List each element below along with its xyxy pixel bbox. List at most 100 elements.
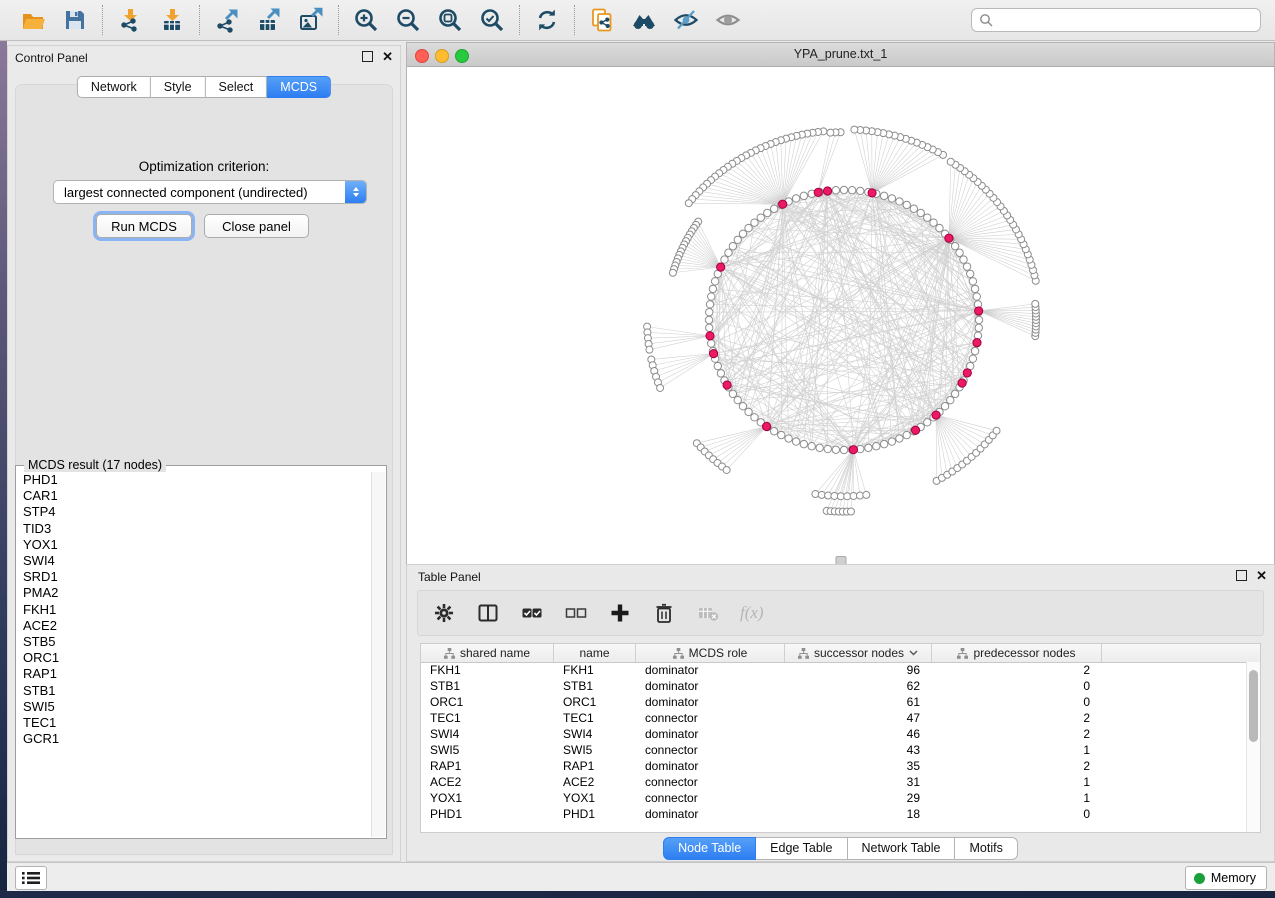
- dropdown-stepper-icon: [345, 181, 366, 203]
- column-header-shared_name[interactable]: shared name: [421, 644, 554, 662]
- open-session-button[interactable]: [19, 6, 47, 34]
- tab-mcds[interactable]: MCDS: [267, 76, 331, 98]
- hide-graphics-details-button[interactable]: [672, 6, 700, 34]
- mcds-result-item[interactable]: STB5: [17, 634, 372, 650]
- mcds-result-item[interactable]: FKH1: [17, 602, 372, 618]
- tab-network-table[interactable]: Network Table: [848, 837, 956, 860]
- table-row[interactable]: RAP1RAP1dominator352: [421, 758, 1247, 774]
- mcds-result-item[interactable]: SWI4: [17, 553, 372, 569]
- cell-name: FKH1: [554, 662, 636, 678]
- task-history-button[interactable]: [15, 866, 47, 890]
- close-panel-icon[interactable]: ✕: [382, 52, 393, 61]
- column-header-role[interactable]: MCDS role: [636, 644, 785, 662]
- network-canvas[interactable]: [407, 66, 1274, 564]
- zoom-fit-icon: [437, 7, 463, 33]
- tab-style[interactable]: Style: [151, 76, 206, 98]
- cell-successors: 43: [785, 742, 932, 758]
- network-titlebar[interactable]: YPA_prune.txt_1: [407, 43, 1274, 67]
- cell-shared_name: STB1: [421, 678, 554, 694]
- zoom-selected-button[interactable]: [478, 6, 506, 34]
- import-network-button[interactable]: [116, 6, 144, 34]
- mcds-result-item[interactable]: SWI5: [17, 699, 372, 715]
- mcds-result-item[interactable]: GCR1: [17, 731, 372, 747]
- cell-role: connector: [636, 790, 785, 806]
- cell-predecessors: 0: [932, 678, 1102, 694]
- tab-network[interactable]: Network: [77, 76, 151, 98]
- mcds-result-scrollbar[interactable]: [371, 472, 385, 837]
- mcds-result-item[interactable]: CAR1: [17, 488, 372, 504]
- search-field[interactable]: [971, 8, 1261, 32]
- table-scrollbar[interactable]: [1246, 662, 1260, 832]
- save-session-button[interactable]: [61, 6, 89, 34]
- tab-node-table[interactable]: Node Table: [663, 837, 756, 860]
- cell-role: connector: [636, 774, 785, 790]
- mcds-result-item[interactable]: ACE2: [17, 618, 372, 634]
- export-table-button[interactable]: [255, 6, 283, 34]
- search-input[interactable]: [998, 12, 1253, 28]
- mcds-result-item[interactable]: TID3: [17, 521, 372, 537]
- table-row[interactable]: TEC1TEC1connector472: [421, 710, 1247, 726]
- table-settings-button[interactable]: [432, 601, 456, 625]
- tab-select[interactable]: Select: [206, 76, 268, 98]
- table-row[interactable]: STB1STB1dominator620: [421, 678, 1247, 694]
- tab-edge-table[interactable]: Edge Table: [756, 837, 847, 860]
- cell-successors: 18: [785, 806, 932, 822]
- table-row[interactable]: SWI5SWI5connector431: [421, 742, 1247, 758]
- table-row[interactable]: YOX1YOX1connector291: [421, 790, 1247, 806]
- clear-selection-button[interactable]: [564, 601, 588, 625]
- import-network-icon: [117, 7, 143, 33]
- cell-predecessors: 1: [932, 790, 1102, 806]
- mcds-result-item[interactable]: STP4: [17, 504, 372, 520]
- tab-motifs[interactable]: Motifs: [955, 837, 1017, 860]
- table-scrollbar-thumb[interactable]: [1249, 670, 1258, 742]
- cell-successors: 29: [785, 790, 932, 806]
- cell-predecessors: 1: [932, 742, 1102, 758]
- select-all-button[interactable]: [520, 601, 544, 625]
- clone-network-button[interactable]: [588, 6, 616, 34]
- close-panel-button[interactable]: Close panel: [204, 214, 309, 238]
- clone-network-icon: [589, 7, 615, 33]
- zoom-in-button[interactable]: [352, 6, 380, 34]
- mcds-result-item[interactable]: PHD1: [17, 472, 372, 488]
- delete-columns-button[interactable]: [652, 601, 676, 625]
- table-row[interactable]: FKH1FKH1dominator962: [421, 662, 1247, 678]
- mcds-result-list: PHD1CAR1STP4TID3YOX1SWI4SRD1PMA2FKH1ACE2…: [17, 472, 372, 837]
- column-header-successors[interactable]: successor nodes: [785, 644, 932, 662]
- mcds-result-item[interactable]: RAP1: [17, 666, 372, 682]
- refresh-network-button[interactable]: [533, 6, 561, 34]
- column-header-predecessors[interactable]: predecessor nodes: [932, 644, 1102, 662]
- run-mcds-button[interactable]: Run MCDS: [96, 214, 192, 238]
- float-panel-icon[interactable]: [1236, 570, 1247, 581]
- add-column-button[interactable]: [608, 601, 632, 625]
- table-row[interactable]: ORC1ORC1dominator610: [421, 694, 1247, 710]
- cell-successors: 96: [785, 662, 932, 678]
- zoom-out-button[interactable]: [394, 6, 422, 34]
- cell-successors: 35: [785, 758, 932, 774]
- mcds-result-item[interactable]: PMA2: [17, 585, 372, 601]
- mcds-result-item[interactable]: ORC1: [17, 650, 372, 666]
- export-network-button[interactable]: [213, 6, 241, 34]
- status-bar: Memory: [7, 862, 1275, 891]
- mcds-result-item[interactable]: STB1: [17, 683, 372, 699]
- close-panel-icon[interactable]: ✕: [1256, 571, 1267, 580]
- binoculars-icon: [631, 7, 657, 33]
- mcds-result-item[interactable]: TEC1: [17, 715, 372, 731]
- table-row[interactable]: PHD1PHD1dominator180: [421, 806, 1247, 822]
- memory-button[interactable]: Memory: [1185, 866, 1267, 890]
- cell-name: YOX1: [554, 790, 636, 806]
- zoom-fit-button[interactable]: [436, 6, 464, 34]
- table-row[interactable]: SWI4SWI4dominator462: [421, 726, 1247, 742]
- import-table-button[interactable]: [158, 6, 186, 34]
- show-graphics-details-button[interactable]: [714, 6, 742, 34]
- float-panel-icon[interactable]: [362, 51, 373, 62]
- criterion-dropdown[interactable]: largest connected component (undirected): [53, 180, 367, 204]
- mcds-result-item[interactable]: SRD1: [17, 569, 372, 585]
- memory-label: Memory: [1211, 871, 1256, 885]
- search-binoculars-button[interactable]: [630, 6, 658, 34]
- table-row[interactable]: ACE2ACE2connector311: [421, 774, 1247, 790]
- mcds-result-item[interactable]: YOX1: [17, 537, 372, 553]
- column-header-name[interactable]: name: [554, 644, 636, 662]
- split-panel-button[interactable]: [476, 601, 500, 625]
- cytoscape-window: Control Panel ✕ NetworkStyleSelectMCDS O…: [0, 0, 1275, 890]
- export-image-button[interactable]: [297, 6, 325, 34]
